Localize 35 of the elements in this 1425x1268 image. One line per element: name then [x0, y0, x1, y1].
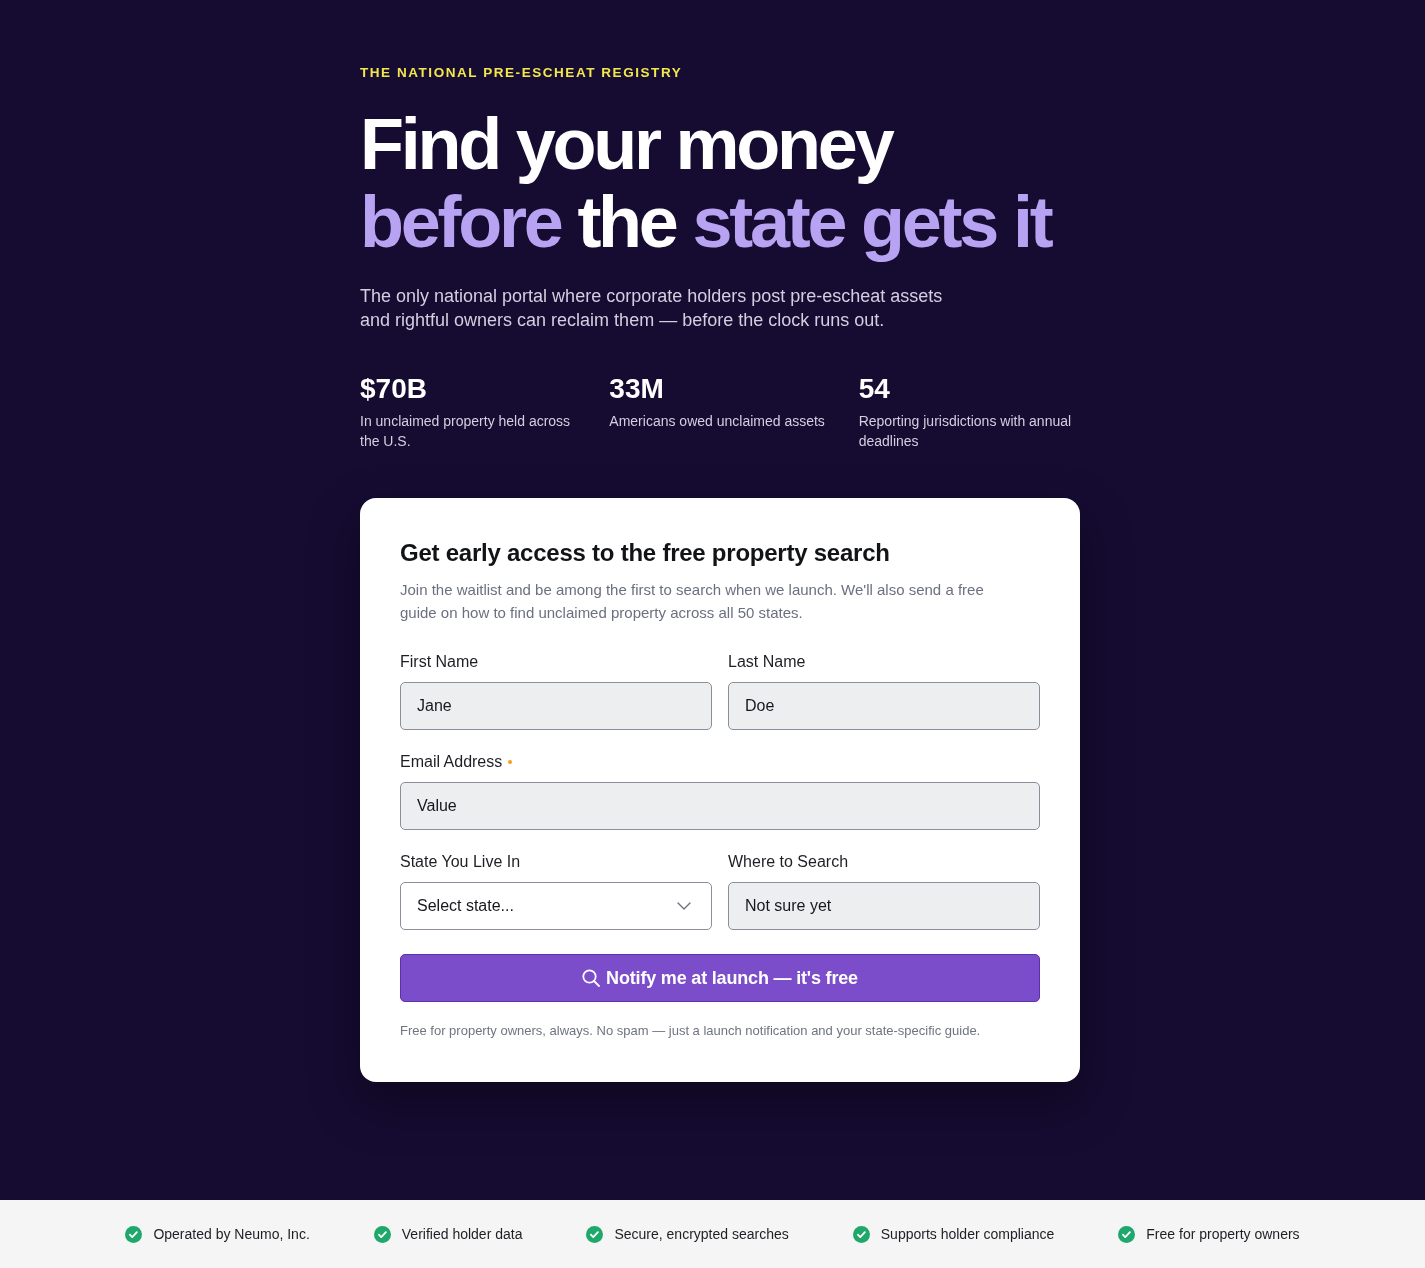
trust-label: Secure, encrypted searches — [614, 1225, 789, 1243]
eyebrow-text: THE NATIONAL PRE-ESCHEAT REGISTRY — [360, 65, 683, 81]
subtitle: The only national portal where corporate holders post pre-escheat assets and rightful owners can reclaim them — before the clock runs out. — [360, 285, 944, 332]
field-label: Last Name — [728, 652, 806, 672]
card-description: Join the waitlist and be among the first to search when we launch. We'll also send a free guide on how to find unclaimed property across all 50 states. — [400, 580, 985, 623]
text-field[interactable]: Value — [400, 782, 1040, 830]
trust-label: Verified holder data — [401, 1225, 523, 1243]
headline: Find your money before the state gets it — [360, 105, 1051, 261]
footnote: Free for property owners, always. No spam — just a launch notification and your state-specific guide. — [400, 1022, 981, 1040]
check-circle-icon — [125, 1225, 143, 1243]
stat-label: Americans owed unclaimed assets — [609, 412, 825, 431]
trust-label: Operated by Neumo, Inc. — [153, 1225, 310, 1243]
text-field[interactable]: Jane — [400, 682, 712, 730]
check-circle-icon — [373, 1225, 391, 1243]
notify-button[interactable]: Notify me at launch — it's free — [400, 954, 1040, 1002]
stat-value: 33M — [609, 372, 664, 406]
text-field[interactable]: Doe — [728, 682, 1040, 730]
stat-label: In unclaimed property held across the U.S. — [360, 412, 572, 451]
stat-label: Reporting jurisdictions with annual deadlines — [858, 412, 1073, 451]
dropdown[interactable]: Select state... — [400, 882, 712, 930]
text-field[interactable]: Not sure yet — [728, 882, 1040, 930]
trust-label: Free for property owners — [1146, 1225, 1300, 1243]
field-label: Where to Search — [728, 852, 849, 872]
check-circle-icon — [852, 1225, 870, 1243]
check-circle-icon — [1118, 1225, 1136, 1243]
stat-value: 54 — [858, 372, 890, 406]
trust-label: Supports holder compliance — [880, 1225, 1055, 1243]
chevron-down-icon — [677, 902, 691, 910]
search-icon — [582, 969, 601, 987]
stat-value: $70B — [360, 372, 427, 406]
field-label: Email Address — [400, 752, 503, 772]
card-title: Get early access to the free property search — [400, 538, 890, 568]
check-circle-icon — [586, 1225, 604, 1243]
field-label: First Name — [400, 652, 479, 672]
field-label: State You Live In — [400, 852, 521, 872]
